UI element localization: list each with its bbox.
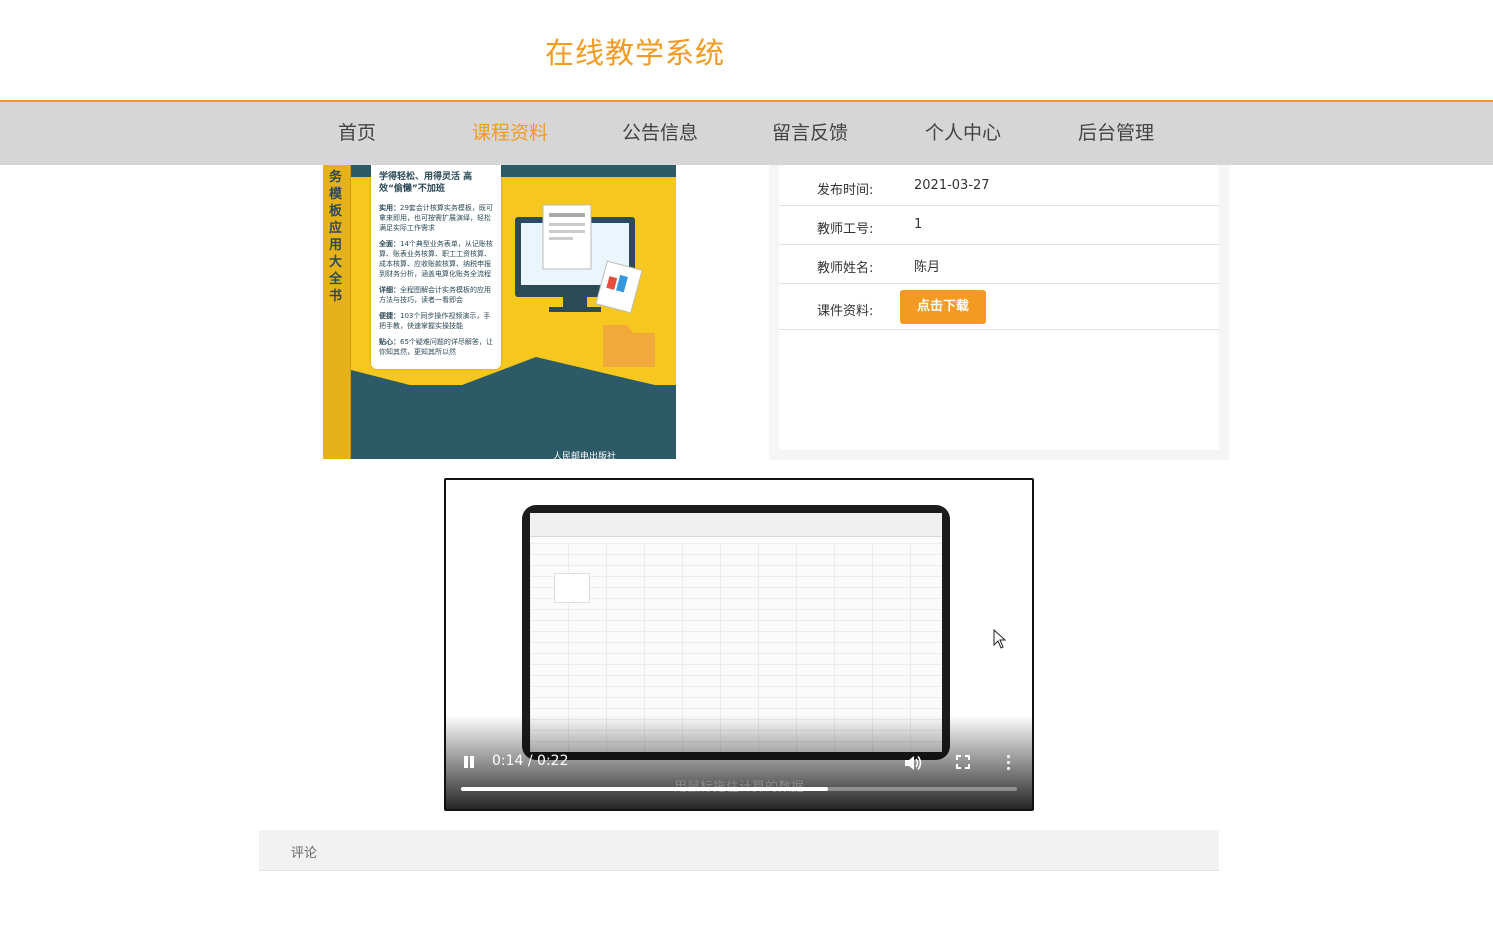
video-progress-bar[interactable]	[461, 787, 1017, 791]
pause-icon[interactable]	[462, 755, 476, 769]
download-button[interactable]: 点击下载	[900, 290, 986, 324]
site-title[interactable]: 在线教学系统	[545, 30, 725, 72]
cover-publisher: 人民邮电出版社	[553, 452, 617, 459]
cover-lead: 学得轻松、用得灵活 高效“偷懒”不加班	[379, 172, 473, 194]
nav-item-feedback[interactable]: 留言反馈	[772, 118, 848, 145]
cover-illustration	[515, 204, 655, 367]
cover-feature-card: 学得轻松、用得灵活 高效“偷懒”不加班 实用：29套会计核算实务模板，既可拿来即…	[371, 165, 501, 369]
info-row-publish-time: 发布时间: 2021-03-27	[779, 167, 1219, 206]
more-options-icon[interactable]	[1004, 754, 1012, 772]
info-row-teacher-id: 教师工号: 1	[779, 206, 1219, 245]
cover-point: 详细：全程图解会计实务模板的应用方法与技巧，读者一看即会	[379, 286, 491, 304]
teacher-id-label: 教师工号:	[817, 222, 874, 237]
header: 在线教学系统	[0, 0, 1493, 100]
video-player[interactable]: 用鼠标拖住计算的数据 0:14 / 0:22	[444, 478, 1034, 811]
nav-item-home[interactable]: 首页	[338, 118, 376, 145]
courseware-label: 课件资料:	[817, 304, 874, 319]
cover-bottom-band	[351, 385, 676, 459]
cover-spine: 务模板应用大全书	[323, 165, 351, 459]
info-row-teacher-name: 教师姓名: 陈月	[779, 245, 1219, 284]
publish-time-label: 发布时间:	[817, 183, 874, 198]
main-nav: 首页 课程资料 公告信息 留言反馈 个人中心 后台管理	[0, 100, 1493, 165]
video-progress-fill	[461, 787, 828, 791]
nav-item-course-materials[interactable]: 课程资料	[472, 118, 548, 145]
comments-section: 评论	[259, 830, 1219, 871]
cover-point: 便捷：103个同步操作视频演示，手把手教，快速掌握实操技能	[379, 312, 491, 330]
info-row-courseware: 课件资料: 点击下载	[779, 284, 1219, 330]
teacher-name-label: 教师姓名:	[817, 261, 874, 276]
cover-spine-title: 务模板应用大全书	[329, 170, 343, 304]
mouse-cursor-icon	[993, 629, 1007, 649]
publish-time-value: 2021-03-27	[914, 178, 990, 193]
video-time: 0:14 / 0:22	[492, 753, 569, 769]
course-cover-image: 务模板应用大全书 学得轻松、用得灵活 高效“偷懒”不加班 实用：29套会计核算实…	[323, 165, 676, 459]
nav-item-personal-center[interactable]: 个人中心	[925, 118, 1001, 145]
course-info-card: 发布时间: 2021-03-27 教师工号: 1 教师姓名: 陈月 课件资料: …	[779, 165, 1219, 450]
spreadsheet-ribbon	[530, 513, 942, 537]
video-subtitle: 用鼠标拖住计算的数据	[446, 776, 1032, 795]
teacher-id-value: 1	[914, 217, 923, 232]
cover-point: 贴心：65个疑难问题的详尽解答，让你知其然，更知其所以然	[379, 338, 493, 356]
course-info-panel: 发布时间: 2021-03-27 教师工号: 1 教师姓名: 陈月 课件资料: …	[769, 165, 1229, 460]
nav-item-announcements[interactable]: 公告信息	[622, 118, 698, 145]
nav-item-admin[interactable]: 后台管理	[1078, 118, 1154, 145]
teacher-name-value: 陈月	[914, 260, 941, 275]
cover-point: 全面：14个典型业务表单，从记账核算、账表业务核算、职工工资核算、成本核算、应收…	[379, 240, 493, 278]
fullscreen-icon[interactable]	[956, 755, 970, 769]
cover-point: 实用：29套会计核算实务模板，既可拿来即用，也可按需扩展演绎，轻松满足实际工作需…	[379, 204, 493, 232]
cover-zigzag	[351, 357, 676, 395]
spreadsheet-note	[554, 573, 590, 603]
comments-label: 评论	[291, 846, 318, 861]
volume-icon[interactable]	[904, 755, 922, 771]
